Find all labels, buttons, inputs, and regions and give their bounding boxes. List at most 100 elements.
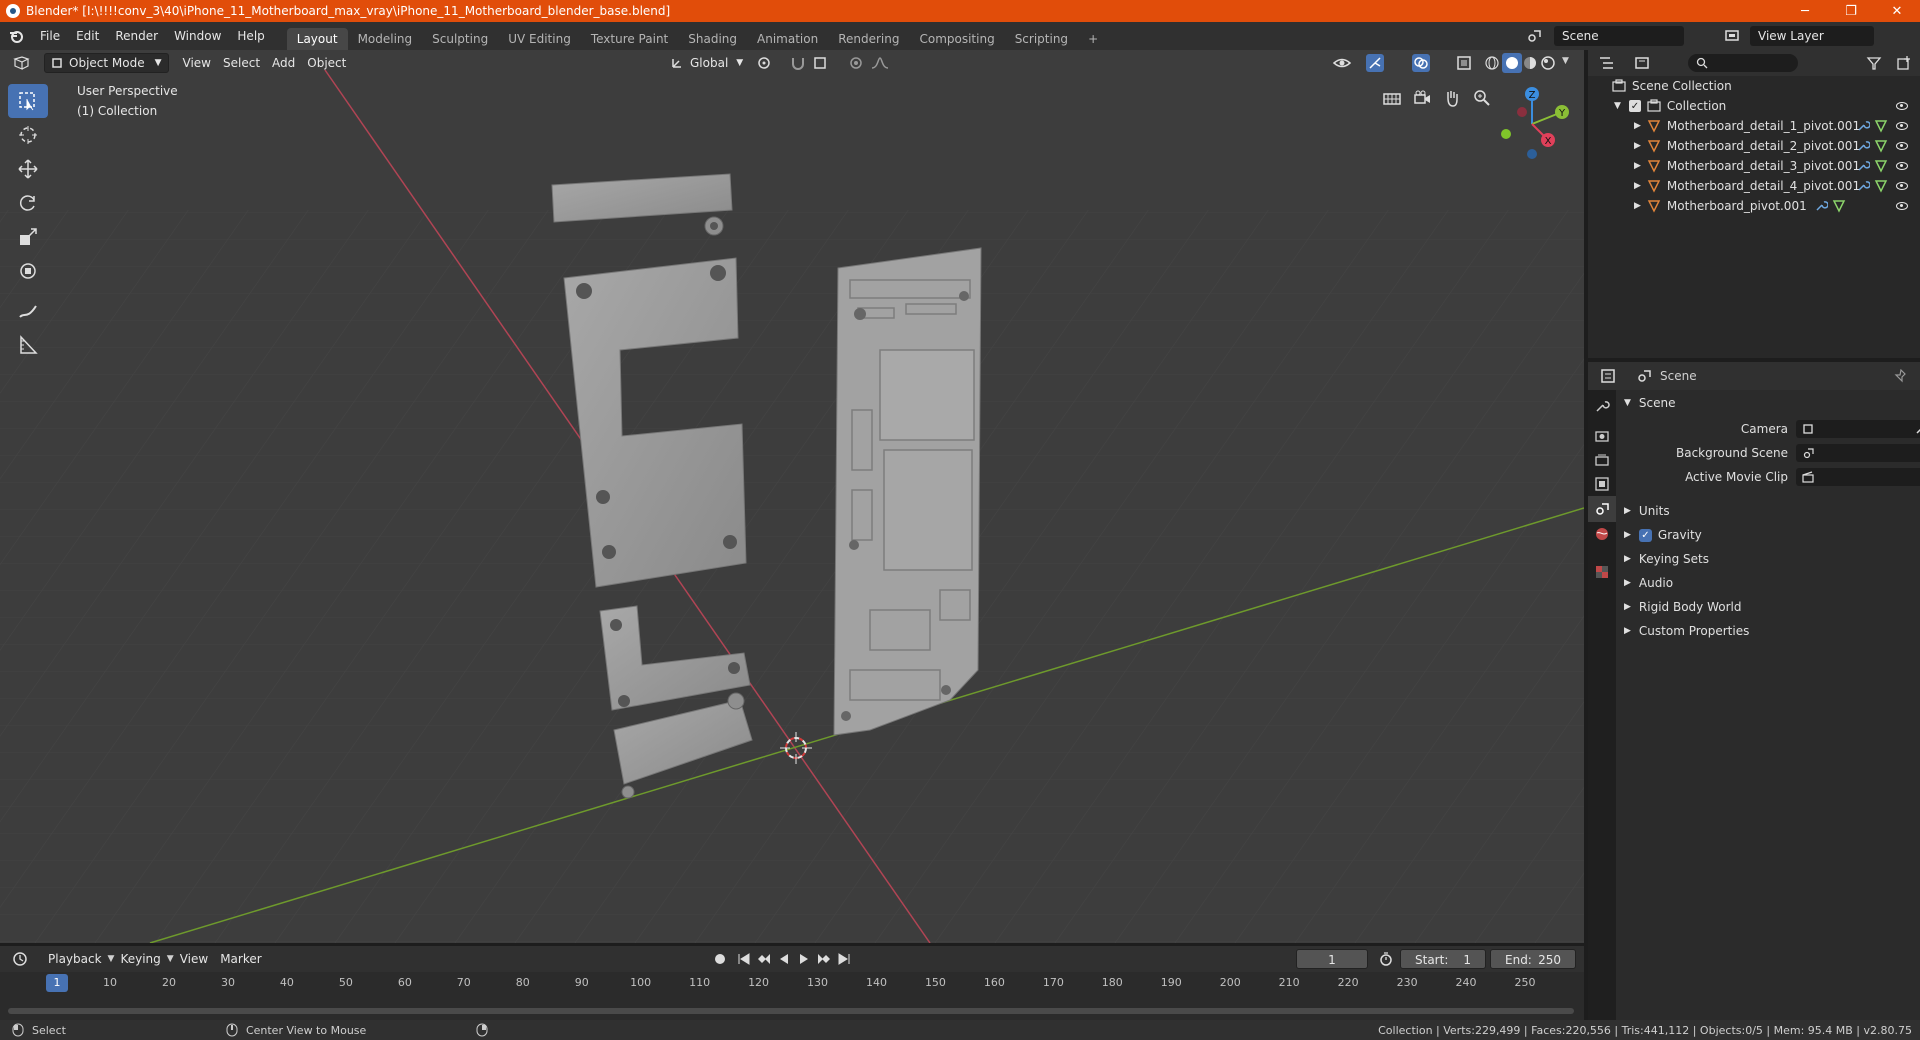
jump-end-icon[interactable]: [836, 951, 852, 967]
prev-keyframe-icon[interactable]: [756, 951, 772, 967]
outliner-search-input[interactable]: [1688, 54, 1798, 72]
tab-modeling[interactable]: Modeling: [348, 28, 423, 50]
maximize-button[interactable]: ❐: [1828, 0, 1874, 22]
wireframe-shading-icon[interactable]: [1484, 55, 1500, 71]
texture-tab-icon[interactable]: [1594, 564, 1610, 580]
zoom-view-icon[interactable]: [1472, 88, 1492, 108]
scale-tool[interactable]: [8, 220, 48, 254]
viewport-menu-view[interactable]: View: [177, 53, 217, 73]
mesh-data-icon[interactable]: [1874, 119, 1888, 133]
custom-properties-panel[interactable]: ▶ Custom Properties: [1616, 620, 1920, 642]
eye-icon[interactable]: [1896, 142, 1908, 150]
camera-view-icon[interactable]: [1412, 88, 1432, 108]
display-mode-icon[interactable]: [1634, 55, 1656, 71]
view-layer-selector[interactable]: View Layer: [1750, 26, 1874, 46]
modifier-wrench-icon[interactable]: [1814, 199, 1828, 213]
rigid-body-world-panel[interactable]: ▶ Rigid Body World: [1616, 596, 1920, 618]
shading-dropdown-chevron-icon[interactable]: ▼: [1562, 56, 1569, 66]
viewport-menu-select[interactable]: Select: [217, 53, 266, 73]
pan-view-hand-icon[interactable]: [1442, 88, 1462, 108]
minimize-button[interactable]: ─: [1782, 0, 1828, 22]
viewport-menu-object[interactable]: Object: [301, 53, 352, 73]
collection-checkbox[interactable]: ✓: [1628, 100, 1641, 112]
jump-start-icon[interactable]: [736, 951, 752, 967]
tab-compositing[interactable]: Compositing: [909, 28, 1004, 50]
outliner-object-row[interactable]: ▶ Motherboard_detail_2_pivot.001: [1588, 136, 1920, 156]
3d-viewport[interactable]: Object Mode ▼ View Select Add Object Glo…: [0, 50, 1584, 943]
eyedropper-icon[interactable]: [1914, 422, 1920, 436]
keying-sets-panel[interactable]: ▶ Keying Sets: [1616, 548, 1920, 570]
record-icon[interactable]: [712, 951, 728, 967]
menu-help[interactable]: Help: [229, 22, 272, 50]
eye-icon[interactable]: [1896, 162, 1908, 170]
timeline-menu-keying[interactable]: Keying: [114, 949, 166, 969]
play-icon[interactable]: [796, 951, 812, 967]
xray-toggle-icon[interactable]: [1456, 55, 1472, 71]
expand-arrow-icon[interactable]: ▶: [1634, 141, 1641, 151]
outliner-object-row[interactable]: ▶ Motherboard_detail_1_pivot.001: [1588, 116, 1920, 136]
expand-arrow-icon[interactable]: ▶: [1634, 121, 1641, 131]
menu-render[interactable]: Render: [107, 22, 166, 50]
new-collection-icon[interactable]: [1896, 55, 1912, 71]
snap-icon[interactable]: [790, 55, 806, 71]
annotate-tool[interactable]: [8, 294, 48, 328]
outliner-collection[interactable]: ▼ ✓ Collection: [1588, 96, 1920, 116]
expand-arrow-icon[interactable]: ▶: [1634, 161, 1641, 171]
modifier-wrench-icon[interactable]: [1856, 159, 1870, 173]
mesh-data-icon[interactable]: [1874, 179, 1888, 193]
timeline-menu-marker[interactable]: Marker: [214, 949, 267, 969]
overlays-toggle-icon[interactable]: [1412, 54, 1430, 72]
stopwatch-icon[interactable]: [1378, 951, 1394, 967]
transform-tool[interactable]: [8, 254, 48, 288]
tab-rendering[interactable]: Rendering: [828, 28, 909, 50]
timeline-editor-type-icon[interactable]: [12, 951, 34, 967]
units-panel[interactable]: ▶ Units: [1616, 500, 1920, 522]
tab-texture-paint[interactable]: Texture Paint: [581, 28, 678, 50]
play-reverse-icon[interactable]: [776, 951, 792, 967]
falloff-icon[interactable]: [870, 55, 890, 71]
background-scene-field[interactable]: [1796, 444, 1920, 462]
snap-target-icon[interactable]: [812, 55, 828, 71]
eye-icon[interactable]: [1896, 202, 1908, 210]
rotate-tool[interactable]: [8, 186, 48, 220]
outliner-object-row[interactable]: ▶ Motherboard_detail_3_pivot.001: [1588, 156, 1920, 176]
modifier-wrench-icon[interactable]: [1856, 139, 1870, 153]
cursor-tool[interactable]: [8, 118, 48, 152]
measure-tool[interactable]: [8, 328, 48, 362]
view-layer-icon[interactable]: [1724, 28, 1740, 44]
modifier-wrench-icon[interactable]: [1856, 119, 1870, 133]
navigation-gizmo[interactable]: Z Y X: [1492, 84, 1572, 164]
timeline-ruler[interactable]: 1 10 20 30 40 50 60 70 80 90 100 110 120 130 140 150 160…: [0, 972, 1584, 994]
expand-arrow-icon[interactable]: ▶: [1634, 201, 1641, 211]
toggle-camera-ortho-icon[interactable]: [1382, 88, 1402, 108]
tab-uv-editing[interactable]: UV Editing: [498, 28, 581, 50]
tool-tab-icon[interactable]: [1594, 398, 1610, 414]
current-frame-field[interactable]: 1: [1296, 949, 1368, 969]
timeline-scrollbar[interactable]: [8, 1008, 1574, 1014]
material-shading-icon[interactable]: [1522, 55, 1538, 71]
next-keyframe-icon[interactable]: [816, 951, 832, 967]
tab-animation[interactable]: Animation: [747, 28, 828, 50]
mesh-data-icon[interactable]: [1874, 159, 1888, 173]
tab-scripting[interactable]: Scripting: [1005, 28, 1078, 50]
scene-section-header[interactable]: ▼ Scene: [1616, 392, 1920, 414]
rendered-shading-icon[interactable]: [1540, 55, 1556, 71]
view-layer-tab-icon[interactable]: [1594, 476, 1610, 492]
viewport-menu-add[interactable]: Add: [266, 53, 301, 73]
proportional-editing-icon[interactable]: [848, 55, 864, 71]
tab-shading[interactable]: Shading: [678, 28, 747, 50]
timeline-menu-view[interactable]: View: [174, 949, 214, 969]
world-tab-icon[interactable]: [1594, 526, 1610, 542]
visibility-selectability-icon[interactable]: [1332, 55, 1352, 71]
pin-icon[interactable]: [1894, 369, 1908, 383]
scene-selector[interactable]: Scene: [1554, 26, 1684, 46]
outliner-object-row[interactable]: ▶ Motherboard_detail_4_pivot.001: [1588, 176, 1920, 196]
tab-layout[interactable]: Layout: [286, 28, 348, 50]
pivot-point-icon[interactable]: [756, 55, 772, 71]
scene-tab[interactable]: [1588, 496, 1616, 522]
end-frame-field[interactable]: End: 250: [1490, 949, 1576, 969]
editor-type-icon[interactable]: [12, 55, 34, 71]
select-box-tool[interactable]: [8, 84, 48, 118]
modifier-wrench-icon[interactable]: [1856, 179, 1870, 193]
eye-icon[interactable]: [1896, 182, 1908, 190]
